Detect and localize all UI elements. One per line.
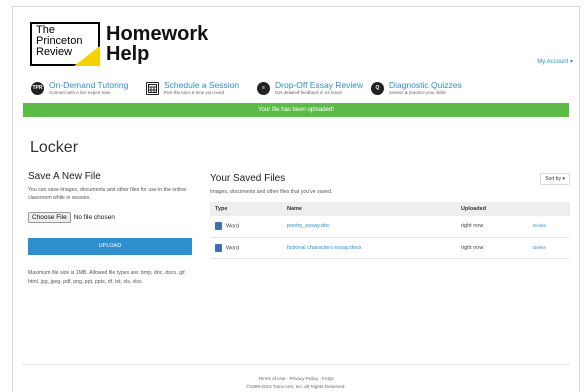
logo-mark: The Princeton Review xyxy=(30,22,100,66)
logo-text-review: Review xyxy=(36,46,73,58)
princeton-review-logo[interactable]: The Princeton Review Homework Help xyxy=(30,22,208,66)
logo-product-name: Homework Help xyxy=(106,24,208,64)
delete-link[interactable]: Delete xyxy=(533,223,546,228)
uploaded-cell: right now xyxy=(456,216,528,238)
saved-files-heading: Your Saved Files xyxy=(210,173,286,184)
action-cell: Delete xyxy=(528,237,570,259)
file-size-note: Maximum file size is 1MB. Allowed file t… xyxy=(28,270,186,285)
save-new-file-heading: Save A New File xyxy=(28,171,101,182)
file-type-cell: Word xyxy=(210,237,282,259)
saved-files-table: Type Name Uploaded Word poetry_essay.doc… xyxy=(210,202,570,259)
upload-success-banner: Your file has been uploaded! xyxy=(23,103,569,117)
copyright: ©1999-2016 Tutor.com, Inc. All Rights Re… xyxy=(246,384,346,389)
page-frame: The Princeton Review Homework Help My Ac… xyxy=(12,6,580,392)
quiz-icon: Q xyxy=(371,81,384,95)
my-account-menu[interactable]: My Account ▾ xyxy=(537,58,573,65)
nav-title: Diagnostic Quizzes xyxy=(389,79,462,90)
column-type: Type xyxy=(215,206,228,212)
table-row: Word fictional characters essay.docx rig… xyxy=(210,237,570,259)
essay-icon: ≡ xyxy=(257,81,270,95)
nav-subtitle: Pick the tutor & time you need xyxy=(164,89,225,95)
calendar-icon xyxy=(146,81,159,95)
nav-title: On-Demand Tutoring xyxy=(49,79,129,90)
service-nav: TPR On-Demand Tutoring Connect with a li… xyxy=(23,77,571,99)
action-cell: Delete xyxy=(528,216,570,238)
nav-schedule-session[interactable]: Schedule a Session Pick the tutor & time… xyxy=(146,77,239,99)
logo-help: Help xyxy=(106,43,150,65)
choose-file-button[interactable]: Choose File xyxy=(28,212,71,223)
saved-files-subtitle: Images, documents and other files that y… xyxy=(210,189,333,195)
word-document-icon xyxy=(215,243,222,252)
logo-homework: Homework xyxy=(106,23,209,45)
saved-files-panel: Your Saved Files Sort by ▾ Images, docum… xyxy=(210,173,570,259)
upload-button[interactable]: UPLOAD xyxy=(28,238,192,255)
no-file-chosen-text: No file chosen xyxy=(73,214,115,221)
page-title: Locker xyxy=(30,139,79,156)
sort-by-dropdown[interactable]: Sort by ▾ xyxy=(540,173,570,185)
table-row: Word poetry_essay.doc right now Delete xyxy=(210,216,570,238)
word-document-icon xyxy=(215,222,222,231)
save-new-file-description: You can save images, documents and other… xyxy=(28,187,187,201)
nav-subtitle: Assess & practice your skills xyxy=(389,89,446,95)
nav-on-demand-tutoring[interactable]: TPR On-Demand Tutoring Connect with a li… xyxy=(31,77,128,99)
file-name-cell: fictional characters essay.docx xyxy=(282,237,456,259)
column-uploaded: Uploaded xyxy=(461,206,487,212)
file-name-link[interactable]: fictional characters essay.docx xyxy=(287,245,362,251)
file-type: Word xyxy=(226,223,240,230)
nav-diagnostic-quizzes[interactable]: Q Diagnostic Quizzes Assess & practice y… xyxy=(371,77,462,99)
logo-triangle xyxy=(74,46,100,66)
delete-link[interactable]: Delete xyxy=(533,245,546,250)
table-header-row: Type Name Uploaded xyxy=(210,202,570,216)
file-chooser: Choose File No file chosen xyxy=(28,212,193,223)
file-type: Word xyxy=(226,244,240,251)
file-type-cell: Word xyxy=(210,216,282,238)
footer: Terms of Use · Privacy Policy · FAQs ©19… xyxy=(23,364,569,389)
footer-links[interactable]: Terms of Use · Privacy Policy · FAQs xyxy=(23,376,569,381)
save-new-file-panel: Save A New File You can save images, doc… xyxy=(28,171,193,286)
column-actions xyxy=(528,202,570,216)
tpr-icon: TPR xyxy=(31,81,44,95)
uploaded-cell: right now xyxy=(456,237,528,259)
file-name-cell: poetry_essay.doc xyxy=(282,216,456,238)
nav-title: Drop-Off Essay Review xyxy=(275,79,364,90)
nav-essay-review[interactable]: ≡ Drop-Off Essay Review Get detailed fee… xyxy=(257,77,363,99)
nav-subtitle: Connect with a live expert now xyxy=(49,89,111,95)
nav-subtitle: Get detailed feedback in 24 hours xyxy=(275,89,343,95)
column-name: Name xyxy=(287,206,302,212)
file-name-link[interactable]: poetry_essay.doc xyxy=(287,223,330,229)
nav-title: Schedule a Session xyxy=(164,79,240,90)
